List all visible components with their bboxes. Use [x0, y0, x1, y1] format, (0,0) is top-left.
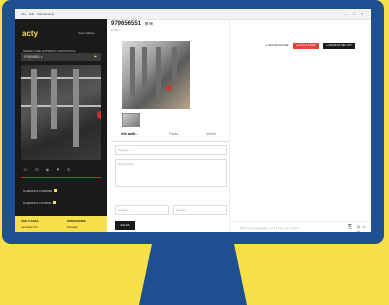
- menu-item[interactable]: Window: [37, 12, 48, 16]
- photo-thumbnail[interactable]: [122, 113, 140, 127]
- report-button[interactable]: ● SEGNALAZIONE: [263, 43, 291, 49]
- sidebar-header-right: Testo Milano: [78, 31, 95, 35]
- close-icon[interactable]: ×: [361, 11, 363, 16]
- app-screen: File Edit Window Help – □ × acty Testo M…: [15, 9, 371, 232]
- search-value: 979656551 ▾: [24, 55, 43, 59]
- panel-tabs: Info addit... Pianta Attività: [111, 129, 229, 142]
- sidebar: acty Testo Milano GREEN ONE EXPRESS ASSI…: [15, 19, 107, 232]
- minimize-icon[interactable]: –: [345, 11, 347, 16]
- tab-info[interactable]: Info addit...: [121, 132, 138, 136]
- status-square-icon: [53, 201, 57, 204]
- send-staff-button[interactable]: ● INVIA A STAFF: [293, 43, 319, 49]
- tab-pianta[interactable]: Pianta: [169, 132, 178, 136]
- sidebar-icon-row[interactable]: ☏ ✉ ◉ ⚑ ⚙: [23, 167, 73, 172]
- attach-icon[interactable]: ⎘: [348, 224, 352, 230]
- title-menu-icon[interactable]: ☰ ✉: [145, 21, 153, 26]
- sidebar-photo: [21, 65, 101, 160]
- location-pin-icon[interactable]: ⌖: [94, 54, 97, 60]
- menu-item[interactable]: Help: [48, 12, 54, 16]
- duration-field[interactable]: Durata: [173, 205, 227, 215]
- record-title: 979656551 ☰ ✉: [111, 21, 153, 27]
- footer-right-title: OPERATORE: [67, 219, 86, 223]
- menu-item[interactable]: File: [21, 12, 26, 16]
- maximize-icon[interactable]: □: [353, 11, 355, 16]
- alert-dot-icon[interactable]: [97, 111, 101, 119]
- monitor-stand: [139, 244, 247, 305]
- footer-left-sub: Lavorato 5.0: [21, 225, 38, 229]
- status-item: CLIENTE IN CORSO: [23, 201, 57, 205]
- status-square-icon: [54, 189, 58, 192]
- brand-logo: acty: [22, 29, 39, 38]
- main-photo[interactable]: [122, 41, 190, 109]
- footer-left-title: CHE CASSA: [21, 219, 39, 223]
- chat-icons[interactable]: ☺ ⌂ ◎: [356, 224, 371, 232]
- panel-divider: [229, 19, 230, 232]
- status-item: CLIENTE IN ORDINE: [23, 189, 58, 193]
- save-button[interactable]: SALVA: [115, 221, 135, 230]
- description-field[interactable]: Descrizione: [115, 159, 227, 187]
- record-status: ● Attivo: [111, 29, 120, 32]
- tab-attivita[interactable]: Attività: [206, 132, 216, 136]
- department-field[interactable]: Reparto: [115, 205, 169, 215]
- message-input[interactable]: Scrivi un messaggio o usa il form per in…: [240, 226, 301, 230]
- subject-field[interactable]: Oggetto: [115, 145, 227, 155]
- menu-item[interactable]: Edit: [29, 12, 34, 16]
- sidebar-footer: CHE CASSA Lavorato 5.0 OPERATORE Perugia: [15, 216, 107, 232]
- chat-bar: Scrivi un messaggio o usa il form per in…: [230, 221, 371, 232]
- search-field[interactable]: 979656551 ▾ ⌖: [21, 53, 101, 61]
- archive-button[interactable]: ● ARCHIVIA NEL CPT: [323, 43, 355, 49]
- monitor-frame: File Edit Window Help – □ × acty Testo M…: [2, 0, 384, 244]
- divider: [21, 177, 101, 178]
- footer-right-sub: Perugia: [67, 225, 78, 229]
